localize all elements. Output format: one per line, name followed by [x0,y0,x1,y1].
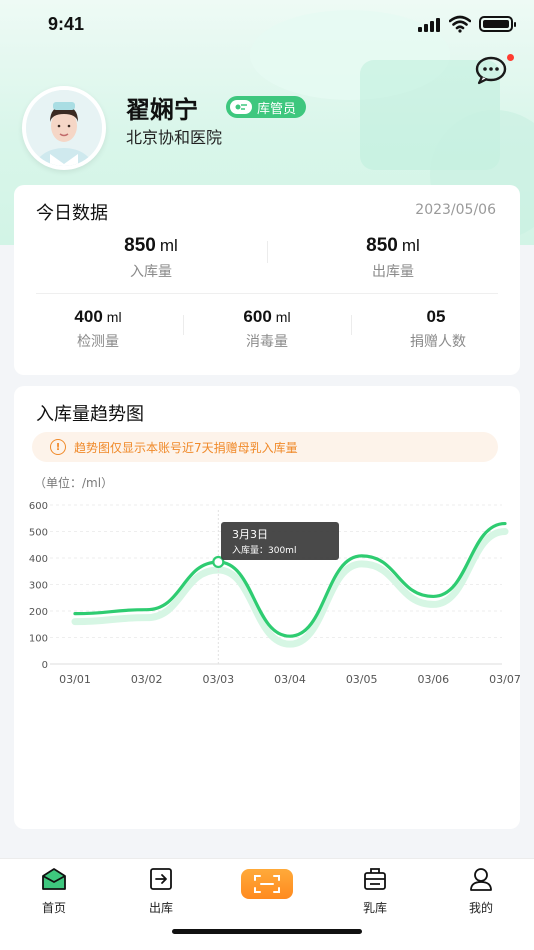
tooltip-text: 入库量：300ml [232,544,296,556]
divider [267,241,268,263]
avatar[interactable] [22,86,106,170]
stat-label: 捐赠人数 [410,334,466,350]
stat-tested: 400 ml 检测量 [40,307,156,351]
profile-icon [470,868,492,891]
tab-outbound[interactable]: 出库 [121,865,201,916]
stat-label: 入库量 [130,264,172,280]
status-bar: 9:41 [0,0,534,50]
stat-label: 检测量 [77,334,119,350]
y-tick-label: 0 [42,660,48,671]
stat-donors: 05 捐赠人数 [380,307,496,351]
x-tick-label: 03/04 [274,673,306,686]
y-tick-label: 500 [29,528,48,539]
tab-label: 出库 [148,901,173,915]
stat-label: 消毒量 [246,334,288,350]
milk-bank-icon [364,868,386,890]
tab-profile[interactable]: 我的 [441,865,521,916]
x-tick-label: 03/06 [417,673,449,686]
role-label: 库管员 [257,101,297,117]
status-time: 9:41 [48,14,85,34]
tab-label: 首页 [41,901,66,915]
stat-unit: ml [106,309,122,325]
stat-label: 出库量 [372,264,414,280]
y-tick-label: 300 [29,581,48,592]
stat-unit: ml [159,236,178,255]
stat-value: 600 [243,307,272,326]
home-indicator [172,929,362,934]
trend-line-chart[interactable]: 0 100 200 300 400 500 600 03/01 03/02 03/03 03/04 0… [14,386,520,829]
stat-value: 850 [124,235,156,256]
today-date: 2023/05/06 [415,202,496,218]
tab-label: 乳库 [362,901,387,915]
y-tick-label: 400 [29,554,48,565]
tooltip-title: 3月3日 [232,528,268,541]
x-tick-label: 03/02 [131,673,163,686]
outbound-icon [150,868,172,890]
role-badge: 库管员 [226,96,307,118]
stat-unit: ml [275,309,291,325]
tab-milk-bank[interactable]: 乳库 [335,865,415,916]
user-name: 翟娴宁 [126,96,198,124]
today-stats-card: 今日数据 2023/05/06 850 ml 入库量 850 ml 出库量 400 m… [14,185,520,375]
role-icon [230,100,252,114]
home-icon [42,868,66,890]
battery-icon [479,16,516,32]
x-tick-label: 03/01 [59,673,91,686]
tab-home[interactable]: 首页 [14,865,94,916]
stat-disinfected: 600 ml 消毒量 [209,307,325,351]
x-tick-label: 03/05 [346,673,378,686]
x-tick-label: 03/07 [489,673,520,686]
signal-icon [418,18,442,32]
scan-icon [254,875,280,893]
stat-inbound: 850 ml 入库量 [66,235,236,281]
y-tick-label: 600 [29,501,48,512]
wifi-icon [449,15,471,33]
y-tick-label: 100 [29,634,48,645]
card-title: 今日数据 [36,203,108,224]
y-tick-label: 200 [29,607,48,618]
x-tick-label: 03/03 [202,673,234,686]
unread-dot [507,54,514,61]
tab-label: 我的 [468,901,493,915]
divider [36,293,498,294]
stat-value: 05 [426,307,446,326]
avatar-image [26,90,102,166]
hospital-name: 北京协和医院 [126,128,223,147]
divider [351,315,352,335]
stat-outbound: 850 ml 出库量 [308,235,478,281]
scan-button[interactable] [241,869,293,899]
stat-unit: ml [401,236,420,255]
stat-value: 850 [366,235,398,256]
trend-card: 入库量趋势图 ! 趋势图仅显示本账号近7天捐赠母乳入库量 （单位：/ml） 01… [14,386,520,829]
divider [183,315,184,335]
stat-value: 400 [74,307,103,326]
